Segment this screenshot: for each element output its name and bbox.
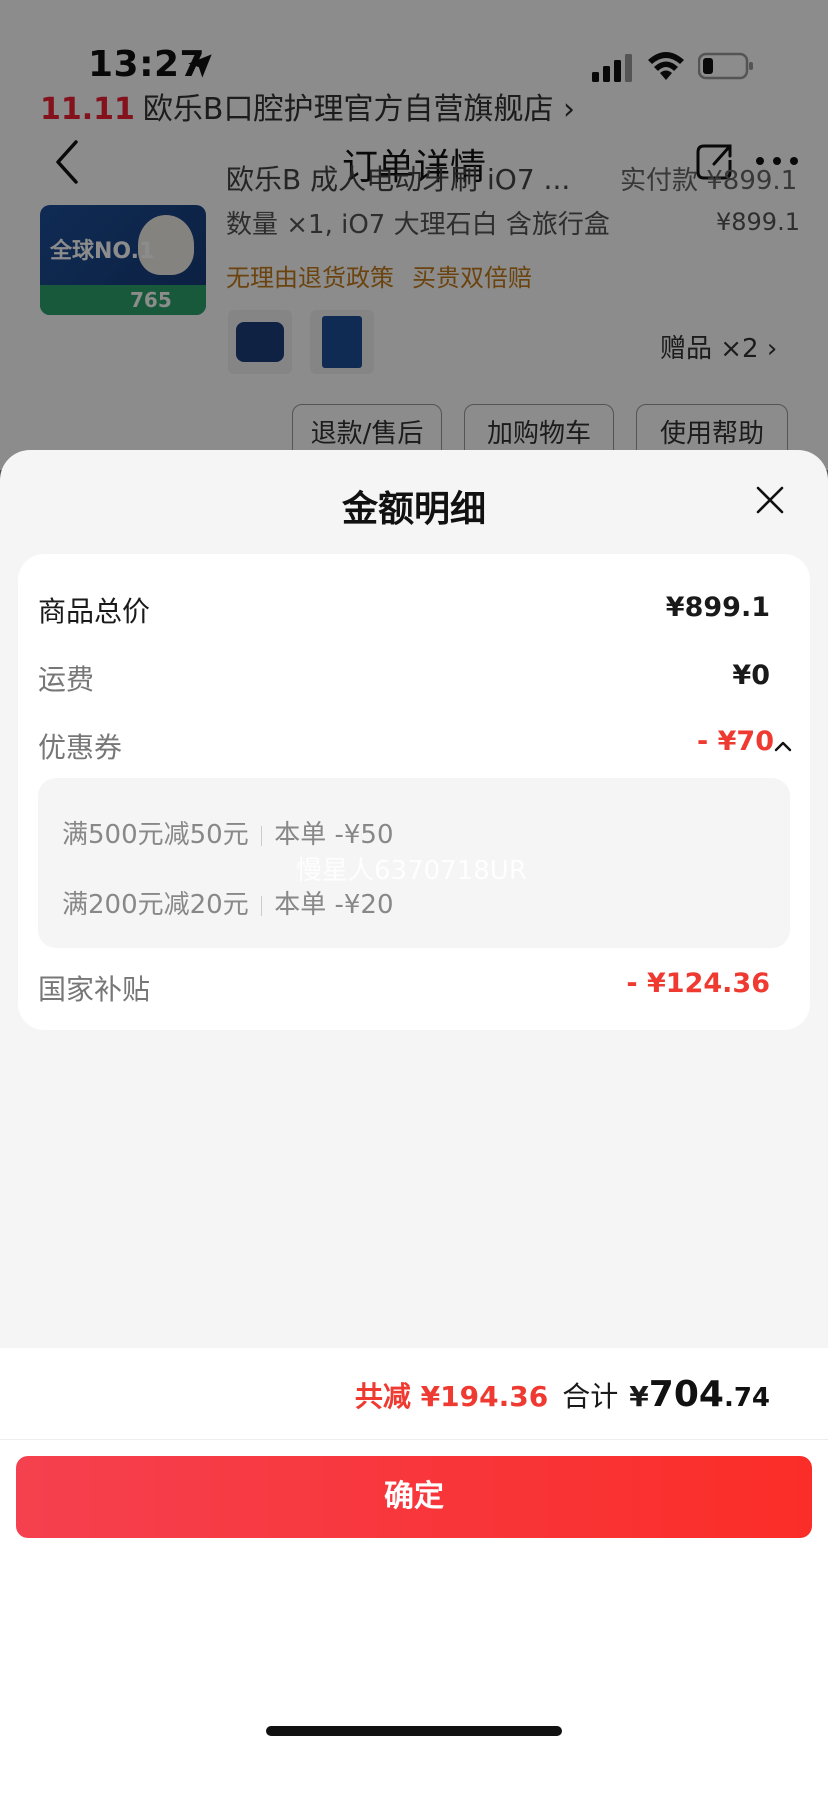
total-summary: 共减 ¥194.36 合计 ¥704.74	[355, 1374, 770, 1415]
coupon-rule: 满500元减50元	[62, 820, 249, 850]
coupon-amount: 本单 -¥50	[274, 820, 394, 850]
coupon-amount: 本单 -¥20	[274, 890, 394, 920]
total-price-value: ¥899.1	[665, 592, 770, 623]
coupon-item: 满200元减20元 本单 -¥20	[62, 884, 394, 921]
coupon-rule: 满200元减20元	[62, 890, 249, 920]
total-price-label: 商品总价	[38, 595, 151, 628]
coupon-breakdown: 满500元减50元 本单 -¥50 慢星人637071​8UR 满200元减20元…	[38, 778, 790, 948]
coupon-value[interactable]: - ¥70	[697, 726, 774, 757]
shipping-value: ¥0	[732, 660, 770, 691]
saved-amount: 共减 ¥194.36	[354, 1380, 549, 1413]
watermark: 慢星人637071​8UR	[296, 856, 527, 886]
close-icon[interactable]	[756, 486, 784, 514]
subsidy-value: - ¥124.36	[626, 968, 770, 999]
coupon-divider	[260, 895, 263, 916]
coupon-label[interactable]: 优惠券	[38, 726, 122, 766]
total-amount-integer: 704	[648, 1374, 724, 1415]
total-label: 合计	[562, 1380, 619, 1413]
chevron-up-icon[interactable]	[774, 740, 792, 752]
home-indicator[interactable]	[266, 1726, 562, 1736]
sheet-actions: 确定	[0, 1440, 828, 1801]
total-amount-decimal: .74	[723, 1383, 770, 1413]
shipping-label: 运费	[38, 663, 95, 696]
confirm-button[interactable]: 确定	[16, 1456, 812, 1538]
sheet-title: 金额明细	[341, 489, 486, 530]
subsidy-label: 国家补贴	[38, 973, 151, 1006]
total-summary-bar: 共减 ¥194.36 合计 ¥704.74	[0, 1348, 828, 1440]
amount-detail-sheet: 金额明细 商品总价 ¥899.1 运费 ¥0 优惠券 - ¥70 满500元减5…	[0, 450, 828, 1801]
coupon-divider	[260, 825, 263, 846]
total-currency: ¥	[629, 1380, 649, 1413]
coupon-item: 满500元减50元 本单 -¥50	[62, 814, 394, 851]
amount-detail-card: 商品总价 ¥899.1 运费 ¥0 优惠券 - ¥70 满500元减50元 本单 …	[18, 554, 810, 1030]
